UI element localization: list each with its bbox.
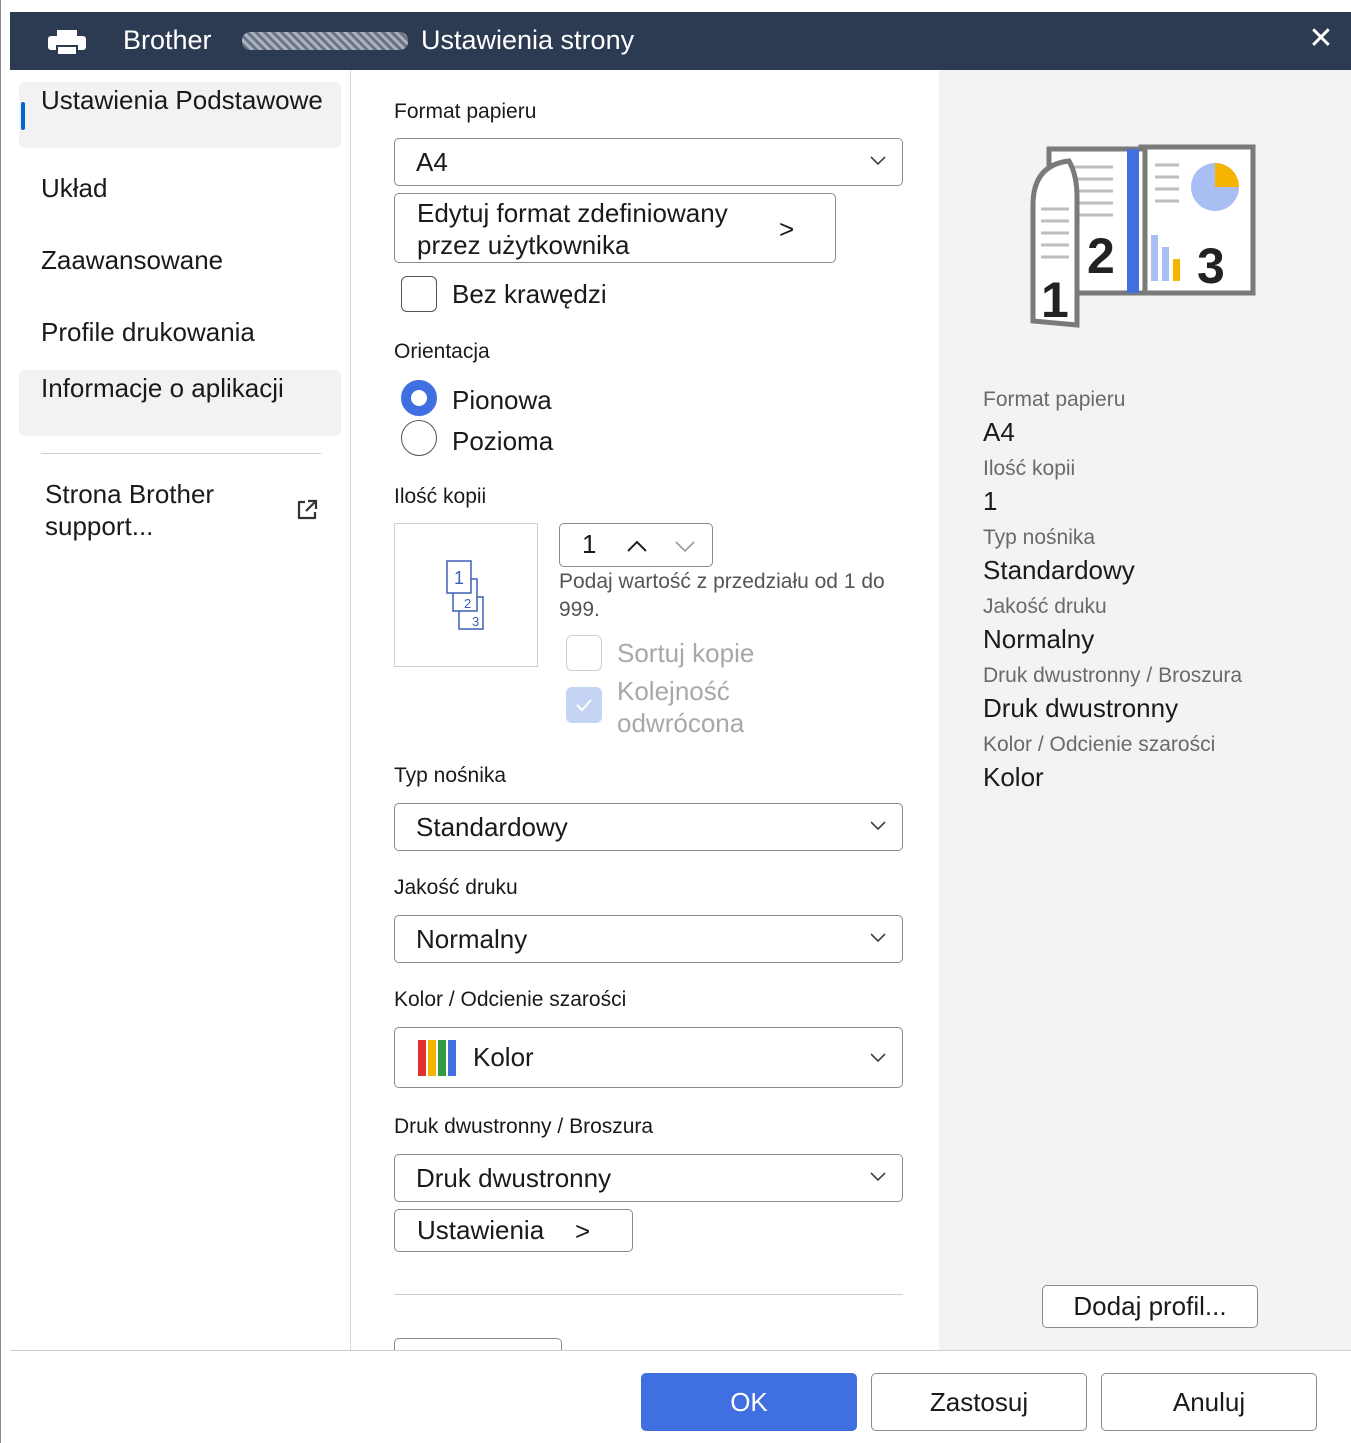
reverse-order-label: Kolejność odwrócona (617, 676, 745, 738)
printer-icon (48, 30, 86, 56)
chevron-down-icon[interactable] (672, 535, 698, 557)
summary-paper-size-value: A4 (983, 417, 1015, 447)
summary-paper-size-label: Format papieru (983, 388, 1126, 411)
chevron-down-icon (870, 156, 886, 166)
paper-size-label: Format papieru (394, 100, 537, 123)
sidebar-item-label: Ustawienia Podstawowe (41, 85, 323, 115)
apply-button[interactable]: Zastosuj (871, 1373, 1087, 1431)
portrait-label: Pionowa (452, 385, 552, 415)
collate-checkbox[interactable] (566, 635, 602, 671)
preview-page-2: 2 (464, 596, 471, 611)
checkmark-icon (576, 699, 592, 712)
media-type-value: Standardowy (416, 812, 568, 842)
chevron-down-icon (870, 1053, 886, 1063)
active-indicator (21, 102, 25, 130)
page-setup-dialog: Brother Ustawienia strony ✕ Ustawienia P… (0, 0, 1351, 1443)
dialog-footer: OK Zastosuj Anuluj (10, 1350, 1351, 1443)
sidebar-item-print-profiles[interactable]: Profile drukowania (19, 316, 341, 352)
summary-color-value: Kolor (983, 762, 1044, 792)
color-value: Kolor (473, 1042, 534, 1072)
color-label: Kolor / Odcienie szarości (394, 988, 627, 1011)
duplex-settings-button[interactable]: Ustawienia > (394, 1209, 633, 1252)
landscape-label: Pozioma (452, 426, 554, 456)
landscape-radio[interactable] (401, 420, 437, 456)
print-quality-value: Normalny (416, 924, 528, 954)
reverse-order-checkbox[interactable] (566, 687, 602, 723)
preview-page-1: 1 (454, 568, 464, 588)
stacked-pages-icon: 1 2 3 (446, 560, 484, 630)
borderless-checkbox[interactable] (401, 276, 437, 312)
duplex-settings-label: Ustawienia (417, 1215, 545, 1245)
chevron-up-icon[interactable] (624, 535, 650, 557)
sidebar-item-advanced[interactable]: Zaawansowane (19, 244, 341, 280)
dialog-title: Ustawienia strony (421, 25, 635, 55)
sidebar-item-about[interactable]: Informacje o aplikacji (19, 370, 341, 436)
borderless-label: Bez krawędzi (452, 279, 607, 309)
support-link[interactable]: Strona Brother support... (45, 478, 335, 542)
booklet-page-3: 3 (1197, 238, 1225, 294)
sidebar-item-label: Profile drukowania (41, 317, 255, 347)
add-profile-button[interactable]: Dodaj profil... (1042, 1285, 1258, 1328)
summary-copies-value: 1 (983, 486, 998, 516)
support-link-label: Strona Brother support... (45, 479, 215, 541)
copies-hint: Podaj wartość z przedziału od 1 do 999. (559, 570, 885, 621)
summary-media-type-label: Typ nośnika (983, 526, 1096, 549)
sidebar-item-basic-settings[interactable]: Ustawienia Podstawowe (19, 82, 341, 148)
booklet-page-2: 2 (1087, 228, 1115, 284)
cancel-button[interactable]: Anuluj (1101, 1373, 1317, 1431)
summary-print-quality-value: Normalny (983, 624, 1095, 654)
summary-media-type-value: Standardowy (983, 555, 1135, 585)
media-type-select[interactable]: Standardowy (394, 803, 903, 851)
copies-value: 1 (582, 529, 597, 559)
chevron-down-icon (870, 1172, 886, 1182)
chevron-down-icon (870, 821, 886, 831)
summary-copies-label: Ilość kopii (983, 457, 1076, 480)
settings-summary: 3 2 1 Format papieru A4 Ilość kopii 1 Ty… (939, 70, 1351, 1350)
sidebar-item-label: Zaawansowane (41, 245, 224, 275)
summary-duplex-value: Druk dwustronny (983, 693, 1179, 723)
duplex-label: Druk dwustronny / Broszura (394, 1115, 654, 1138)
sidebar-item-label: Układ (41, 173, 108, 203)
print-quality-label: Jakość druku (394, 876, 518, 899)
media-type-label: Typ nośnika (394, 764, 507, 787)
preview-page-3: 3 (472, 614, 479, 629)
sidebar-divider (41, 453, 321, 454)
partially-visible-button[interactable] (394, 1338, 562, 1350)
chevron-right-icon: > (779, 214, 795, 244)
chevron-down-icon (870, 933, 886, 943)
model-name-redacted (242, 32, 408, 50)
settings-form: Format papieru A4 Edytuj format zdefinio… (351, 70, 939, 1350)
duplex-select[interactable]: Druk dwustronny (394, 1154, 903, 1202)
edit-custom-size-button[interactable]: Edytuj format zdefiniowany przez użytkow… (394, 193, 836, 263)
external-link-icon (297, 499, 318, 520)
orientation-label: Orientacja (394, 340, 490, 363)
print-quality-select[interactable]: Normalny (394, 915, 903, 963)
title-bar: Brother Ustawienia strony ✕ (10, 12, 1351, 70)
ok-button[interactable]: OK (641, 1373, 857, 1431)
color-bars-icon (418, 1040, 456, 1076)
color-select[interactable]: Kolor (394, 1027, 903, 1088)
booklet-illustration: 3 2 1 (1030, 144, 1256, 328)
copies-stepper[interactable]: 1 (559, 523, 713, 567)
chevron-right-icon: > (575, 1216, 591, 1246)
paper-size-value: A4 (416, 147, 448, 177)
summary-color-label: Kolor / Odcienie szarości (983, 733, 1216, 756)
paper-size-select[interactable]: A4 (394, 138, 903, 186)
duplex-value: Druk dwustronny (416, 1163, 612, 1193)
copies-label: Ilość kopii (394, 485, 487, 508)
collate-label: Sortuj kopie (617, 638, 755, 668)
summary-print-quality-label: Jakość druku (983, 595, 1107, 618)
portrait-radio[interactable] (401, 380, 437, 416)
summary-duplex-label: Druk dwustronny / Broszura (983, 664, 1243, 687)
close-icon[interactable]: ✕ (1306, 22, 1336, 56)
edit-custom-size-label: Edytuj format zdefiniowany przez użytkow… (417, 198, 728, 260)
copies-preview: 1 2 3 (394, 523, 538, 667)
sidebar-item-label: Informacje o aplikacji (41, 373, 284, 403)
sidebar: Ustawienia Podstawowe Układ Zaawansowane… (10, 70, 350, 1350)
brand-name: Brother (123, 25, 212, 55)
form-divider (394, 1294, 903, 1295)
sidebar-item-layout[interactable]: Układ (19, 172, 341, 208)
booklet-page-1: 1 (1041, 272, 1069, 328)
